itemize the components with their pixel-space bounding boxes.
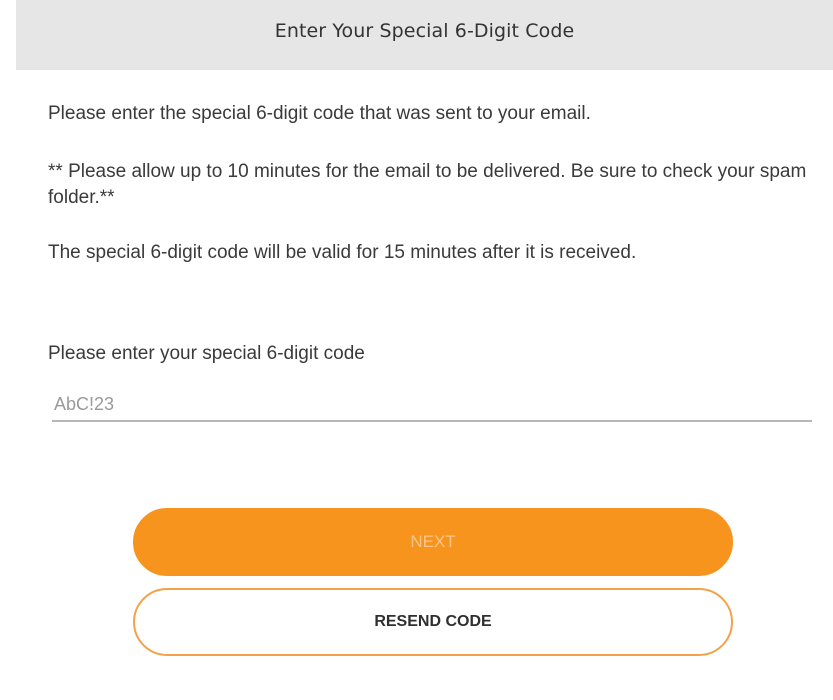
next-button[interactable]: NEXT (133, 508, 733, 576)
resend-code-button-label: RESEND CODE (374, 613, 492, 630)
code-field-label: Please enter your special 6-digit code (48, 343, 365, 364)
next-button-label: NEXT (410, 532, 456, 551)
instruction-text-validity: The special 6-digit code will be valid f… (48, 242, 637, 263)
page-header: Enter Your Special 6-Digit Code (16, 0, 833, 70)
instruction-text-sent: Please enter the special 6-digit code th… (48, 103, 591, 124)
instruction-text-delivery: ** Please allow up to 10 minutes for the… (48, 161, 807, 208)
verification-page: Enter Your Special 6-Digit Code Please e… (0, 0, 833, 700)
code-input[interactable] (52, 388, 812, 422)
resend-code-button[interactable]: RESEND CODE (133, 588, 733, 656)
page-title: Enter Your Special 6-Digit Code (274, 20, 575, 42)
